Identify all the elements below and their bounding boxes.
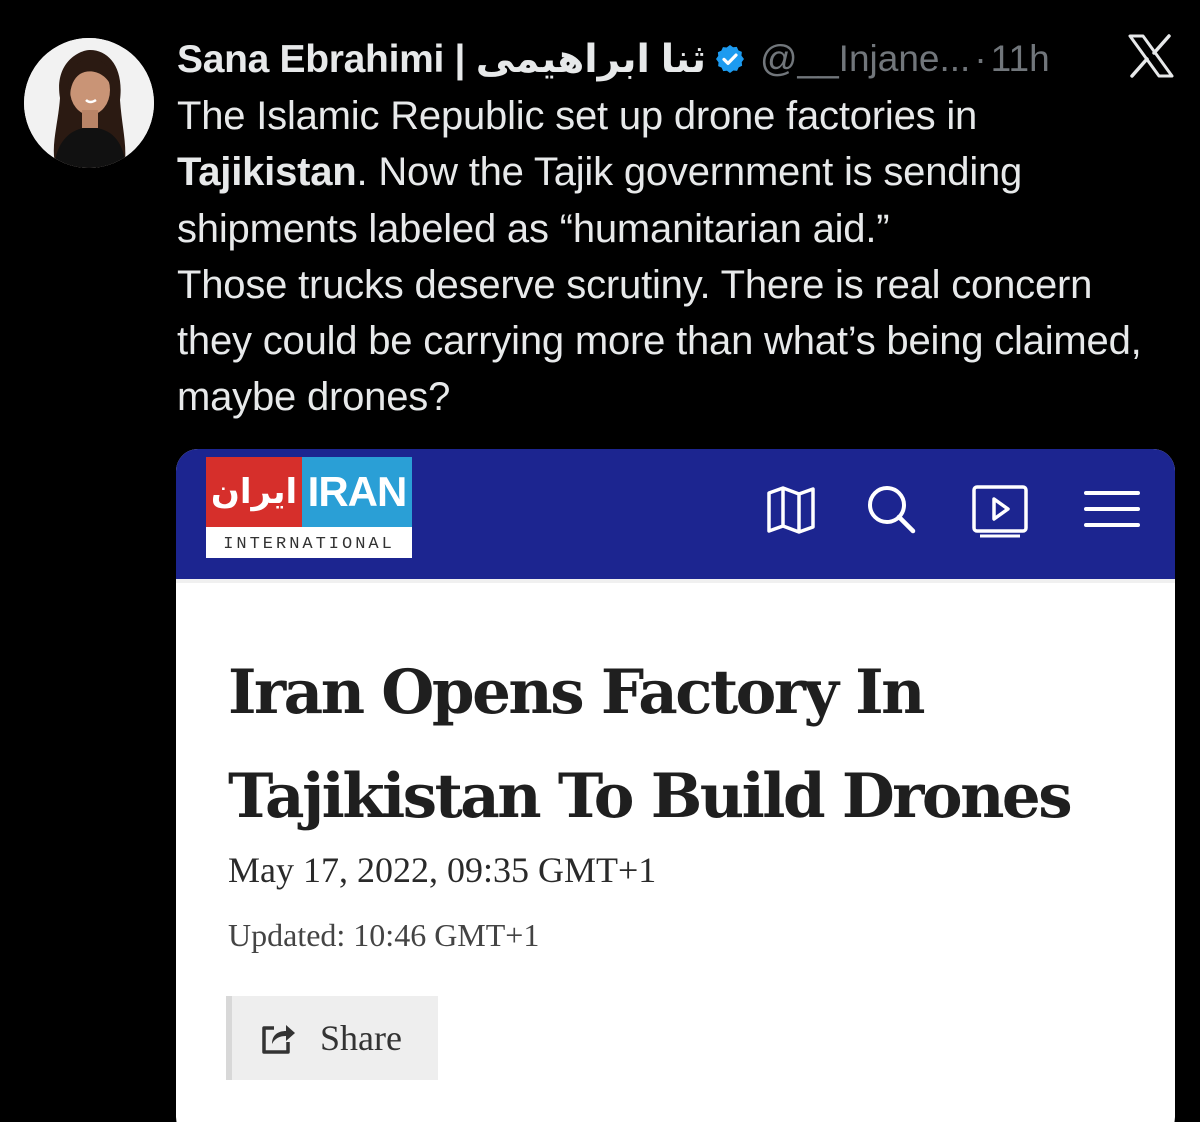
tweet-timestamp[interactable]: 11h (991, 38, 1050, 80)
site-navbar: ایران IRAN INTERNATIONAL (176, 449, 1175, 579)
tweet-text: The Islamic Republic set up drone factor… (177, 88, 1167, 426)
share-button[interactable]: Share (226, 996, 438, 1080)
map-icon[interactable] (761, 479, 821, 539)
article-updated: Updated: 10:46 GMT+1 (228, 917, 540, 953)
verified-badge-icon (715, 45, 744, 73)
author-handle[interactable]: @__Injane... (760, 38, 970, 80)
logo-top: ایران IRAN (206, 457, 412, 527)
tweet-header: Sana Ebrahimi | ثنا ابراهیمی @__Injane..… (177, 34, 1080, 84)
navbar-divider (176, 579, 1175, 583)
article-headline[interactable]: Iran Opens Factory In Tajikistan To Buil… (228, 641, 1168, 849)
header-separator: · (974, 38, 987, 79)
search-icon[interactable] (861, 479, 921, 539)
tweet-text-seg4: Those trucks deserve scrutiny. There is … (177, 262, 1142, 420)
logo-subtitle: INTERNATIONAL (223, 534, 395, 554)
menu-icon[interactable] (1082, 479, 1142, 539)
avatar[interactable] (24, 38, 154, 168)
author-display-name[interactable]: Sana Ebrahimi | ثنا ابراهیمی (177, 37, 706, 82)
media-card[interactable]: ایران IRAN INTERNATIONAL Iran Opens Fact… (176, 449, 1175, 1122)
logo-persian: ایران (206, 457, 302, 527)
share-label: Share (320, 1018, 402, 1058)
tweet-text-seg1: The Islamic Republic set up drone factor… (177, 94, 978, 138)
tweet-text-bold-location: Tajikistan (177, 150, 357, 195)
share-icon (262, 1025, 295, 1054)
logo-english: IRAN (307, 468, 408, 515)
x-logo-icon (1128, 34, 1174, 78)
play-icon[interactable] (970, 479, 1030, 539)
article-date: May 17, 2022, 09:35 GMT+1 (228, 850, 657, 890)
iran-international-logo[interactable]: ایران IRAN INTERNATIONAL (206, 457, 412, 558)
